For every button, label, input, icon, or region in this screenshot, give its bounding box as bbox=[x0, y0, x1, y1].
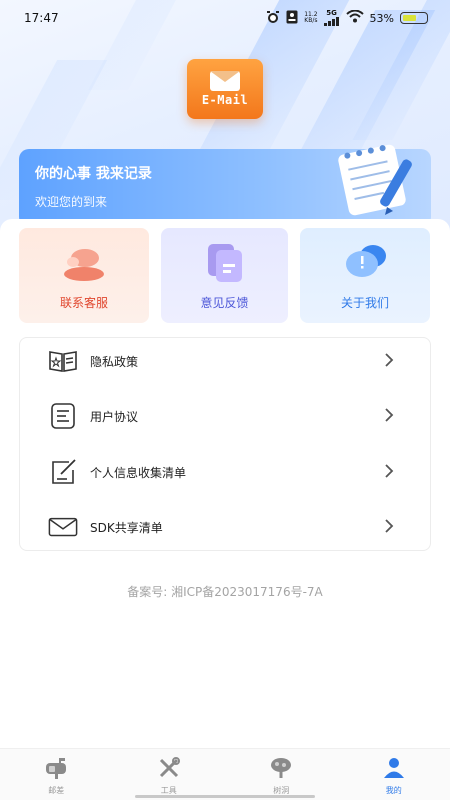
wifi-icon bbox=[345, 9, 364, 26]
tab-mine[interactable]: 我的 bbox=[338, 749, 450, 800]
feedback-card[interactable]: 意见反馈 bbox=[161, 228, 288, 323]
edit-note-icon bbox=[48, 459, 78, 485]
bottom-tab-bar: 邮差 工具 树洞 我的 bbox=[0, 748, 450, 800]
mailbox-icon bbox=[46, 758, 67, 779]
customer-service-icon bbox=[64, 249, 104, 281]
home-indicator[interactable] bbox=[135, 795, 315, 798]
tab-tools[interactable]: 工具 bbox=[113, 749, 226, 800]
list-item-label: SDK共享清单 bbox=[90, 520, 163, 535]
tab-tree-hole[interactable]: 树洞 bbox=[225, 749, 338, 800]
envelope-icon bbox=[210, 71, 240, 91]
list-item-label: 个人信息收集清单 bbox=[90, 465, 187, 480]
tree-icon bbox=[271, 758, 292, 778]
battery-percent: 53% bbox=[369, 11, 394, 25]
card-label: 联系客服 bbox=[59, 296, 108, 310]
app-logo-text: E-Mail bbox=[201, 93, 249, 107]
tab-postman[interactable]: 邮差 bbox=[0, 749, 113, 800]
list-item-sdk-sharing-list[interactable]: SDK共享清单 bbox=[20, 507, 430, 547]
about-us-card[interactable]: 关于我们 bbox=[300, 228, 430, 323]
settings-list: 隐私政策 用户协议 个人信息收集清单 SDK共享清单 bbox=[19, 337, 431, 551]
list-item-user-agreement[interactable]: 用户协议 bbox=[20, 396, 430, 436]
net-speed: 11.2 KB/s bbox=[304, 11, 318, 24]
signal-icon: 5G bbox=[323, 10, 340, 26]
list-item-privacy-policy[interactable]: 隐私政策 bbox=[20, 341, 430, 381]
privacy-book-icon bbox=[48, 348, 78, 374]
chevron-right-icon bbox=[385, 519, 394, 533]
battery-icon bbox=[400, 12, 428, 24]
status-indicators: 11.2 KB/s 5G 53% bbox=[266, 10, 428, 27]
tab-label: 我的 bbox=[385, 786, 402, 795]
chevron-right-icon bbox=[385, 353, 394, 367]
quick-cards: 联系客服 意见反馈 关于我们 bbox=[19, 228, 430, 323]
card-label: 意见反馈 bbox=[200, 296, 249, 310]
document-icon bbox=[48, 403, 78, 429]
main-content: 联系客服 意见反馈 关于我们 隐私政策 用户协议 个人信息收集清单 SDK共享清… bbox=[0, 219, 450, 749]
contact-service-card[interactable]: 联系客服 bbox=[19, 228, 149, 323]
mail-icon bbox=[48, 514, 78, 540]
tab-label: 邮差 bbox=[48, 786, 65, 795]
card-label: 关于我们 bbox=[340, 296, 389, 310]
app-logo: E-Mail bbox=[187, 59, 263, 119]
list-item-personal-info-list[interactable]: 个人信息收集清单 bbox=[20, 452, 430, 492]
icp-record-text: 备案号: 湘ICP备2023017176号-7A bbox=[127, 585, 323, 599]
chevron-right-icon bbox=[385, 464, 394, 478]
info-bubble-icon bbox=[346, 245, 386, 277]
tools-icon bbox=[159, 757, 180, 778]
status-bar: 17:47 11.2 KB/s 5G 53% bbox=[0, 0, 450, 36]
person-icon bbox=[383, 758, 404, 778]
welcome-banner: 你的心事 我来记录 欢迎您的到来 bbox=[19, 144, 431, 227]
list-item-label: 用户协议 bbox=[90, 409, 139, 424]
alarm-icon bbox=[266, 10, 280, 27]
list-item-label: 隐私政策 bbox=[90, 354, 139, 369]
notebook-pen-icon bbox=[338, 144, 412, 216]
chevron-right-icon bbox=[385, 408, 394, 422]
feedback-document-icon bbox=[207, 244, 242, 282]
contact-card-icon bbox=[286, 10, 298, 27]
status-time: 17:47 bbox=[24, 11, 59, 25]
